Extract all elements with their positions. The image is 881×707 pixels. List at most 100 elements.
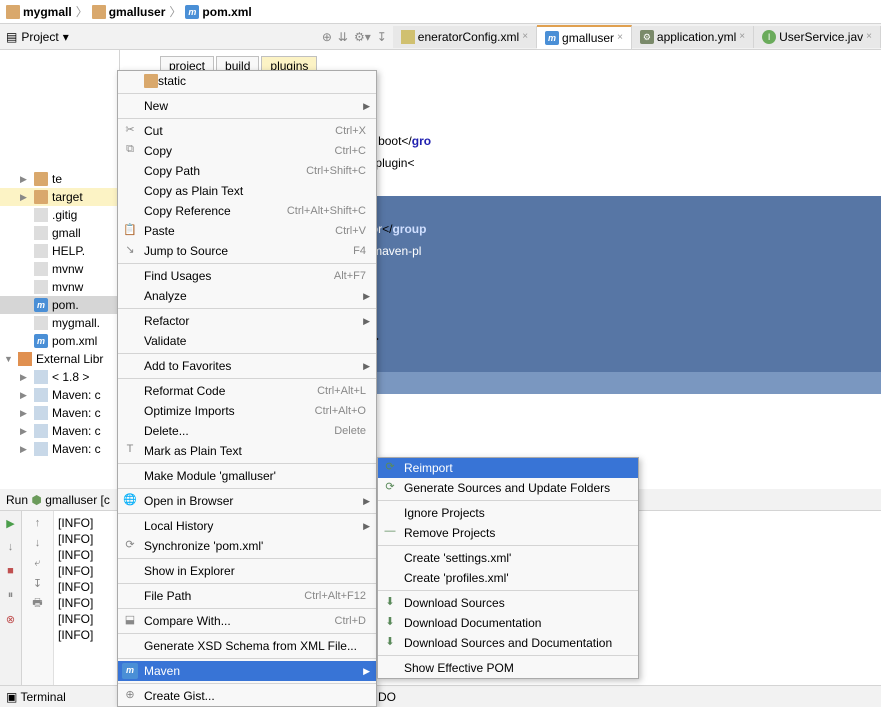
tree-item[interactable]: ▶Maven: c (0, 386, 119, 404)
menu-item[interactable]: Optimize ImportsCtrl+Alt+O (118, 401, 376, 421)
tree-item[interactable]: ▶Maven: c (0, 422, 119, 440)
menu-item[interactable]: ⧉CopyCtrl+C (118, 141, 376, 161)
breadcrumb-file[interactable]: mpom.xml (185, 5, 251, 19)
menu-item[interactable]: Copy as Plain Text (118, 181, 376, 201)
stop-button[interactable]: ■ (3, 563, 19, 579)
close-icon[interactable]: × (617, 32, 623, 43)
menu-item[interactable]: ✂CutCtrl+X (118, 121, 376, 141)
gear-icon[interactable]: ⚙▾ (354, 30, 371, 44)
menu-item[interactable]: Create 'profiles.xml' (378, 568, 638, 588)
menu-item[interactable]: Show in Explorer (118, 561, 376, 581)
jump-button[interactable]: ↓ (3, 539, 19, 555)
yaml-icon: ⚙ (640, 30, 654, 44)
menu-item[interactable]: TMark as Plain Text (118, 441, 376, 461)
menu-item[interactable]: mMaven▶ (118, 661, 376, 681)
menu-item[interactable]: Validate (118, 331, 376, 351)
pause-button[interactable]: ⏸ (3, 587, 19, 603)
collapse-icon[interactable]: ⇊ (338, 30, 348, 44)
menu-item[interactable]: 🌐Open in Browser▶ (118, 491, 376, 511)
tree-item[interactable]: ▶< 1.8 > (0, 368, 119, 386)
tree-item[interactable]: mvnw (0, 278, 119, 296)
terminal-tool-button[interactable]: ▣ Terminal (6, 690, 66, 704)
chevron-right-icon: ▶ (363, 496, 370, 507)
close-icon[interactable]: × (522, 31, 528, 42)
menu-separator (118, 118, 376, 119)
menu-item[interactable]: Find UsagesAlt+F7 (118, 266, 376, 286)
scroll-button[interactable]: ↧ (30, 575, 46, 591)
breadcrumb-module[interactable]: gmalluser (92, 5, 166, 19)
menu-item[interactable]: ↘Jump to SourceF4 (118, 241, 376, 261)
rerun-button[interactable]: ▶ (3, 515, 19, 531)
tree-item[interactable]: ▶Maven: c (0, 440, 119, 458)
tree-label: mvnw (52, 262, 83, 276)
menu-label: Create 'profiles.xml' (404, 571, 509, 585)
tree-item[interactable]: ▶te (0, 170, 119, 188)
menu-separator (118, 558, 376, 559)
menu-item[interactable]: Make Module 'gmalluser' (118, 466, 376, 486)
menu-item[interactable]: ⟳Synchronize 'pom.xml' (118, 536, 376, 556)
menu-item[interactable]: ⊕Create Gist... (118, 686, 376, 706)
menu-label: Show in Explorer (144, 564, 235, 578)
project-tool-label[interactable]: ▤ Project ▾ (6, 30, 69, 44)
folder-icon (34, 190, 48, 204)
menu-item[interactable]: Refactor▶ (118, 311, 376, 331)
menu-item[interactable]: 📋PasteCtrl+V (118, 221, 376, 241)
menu-item[interactable]: Copy PathCtrl+Shift+C (118, 161, 376, 181)
lib-icon (18, 352, 32, 366)
breadcrumb-root[interactable]: mygmall (6, 5, 72, 19)
tree-item[interactable]: mpom.xml (0, 332, 119, 350)
menu-item[interactable]: Create 'settings.xml' (378, 548, 638, 568)
menu-separator (378, 655, 638, 656)
tree-item[interactable]: .gitig (0, 206, 119, 224)
menu-shortcut: Delete (334, 425, 366, 437)
menu-item[interactable]: Reformat CodeCtrl+Alt+L (118, 381, 376, 401)
menu-item[interactable]: Add to Favorites▶ (118, 356, 376, 376)
menu-item[interactable]: File PathCtrl+Alt+F12 (118, 586, 376, 606)
editor-tab[interactable]: eneratorConfig.xml× (393, 26, 537, 48)
tree-item[interactable]: HELP. (0, 242, 119, 260)
tree-item[interactable]: ▶target (0, 188, 119, 206)
menu-item[interactable]: Local History▶ (118, 516, 376, 536)
close-icon[interactable]: × (739, 31, 745, 42)
run-tab-label[interactable]: Run ⬢ gmalluser [c (6, 493, 110, 507)
tree-item[interactable]: gmall (0, 224, 119, 242)
menu-item[interactable]: Show Effective POM (378, 658, 638, 678)
menu-item[interactable]: Analyze▶ (118, 286, 376, 306)
up-button[interactable]: ↑ (30, 515, 46, 531)
hide-icon[interactable]: ↧ (377, 30, 387, 44)
tree-item[interactable]: ▶Maven: c (0, 404, 119, 422)
menu-item[interactable]: ⬇Download Sources and Documentation (378, 633, 638, 653)
menu-separator (118, 463, 376, 464)
editor-tabs: eneratorConfig.xml×mgmalluser×⚙applicati… (393, 24, 881, 49)
menu-item[interactable]: Delete...Delete (118, 421, 376, 441)
tree-item[interactable]: mvnw (0, 260, 119, 278)
menu-item[interactable]: Ignore Projects (378, 503, 638, 523)
menu-item[interactable]: —Remove Projects (378, 523, 638, 543)
menu-label: Cut (144, 124, 163, 138)
tree-item[interactable]: ▼External Libr (0, 350, 119, 368)
tree-item[interactable]: mpom. (0, 296, 119, 314)
menu-item[interactable]: New▶ (118, 96, 376, 116)
maven-submenu[interactable]: ⟳Reimport⟳Generate Sources and Update Fo… (377, 457, 639, 679)
down-button[interactable]: ↓ (30, 535, 46, 551)
editor-tab[interactable]: ⚙application.yml× (632, 26, 754, 48)
project-tree[interactable]: ▶te▶target.gitiggmallHELP.mvnwmvnwmpom.m… (0, 50, 120, 510)
menu-item[interactable]: ⟳Generate Sources and Update Folders (378, 478, 638, 498)
tree-item[interactable]: mygmall. (0, 314, 119, 332)
editor-tab[interactable]: mgmalluser× (537, 25, 632, 49)
menu-item[interactable]: ⬇Download Sources (378, 593, 638, 613)
editor-tab[interactable]: IUserService.jav× (754, 26, 881, 48)
exit-button[interactable]: ⊗ (3, 611, 19, 627)
cut-icon: ✂ (122, 123, 138, 139)
menu-item[interactable]: ⬇Download Documentation (378, 613, 638, 633)
menu-item[interactable]: Copy ReferenceCtrl+Alt+Shift+C (118, 201, 376, 221)
menu-item[interactable]: ⬓Compare With...Ctrl+D (118, 611, 376, 631)
locate-icon[interactable]: ⊕ (322, 30, 332, 44)
context-menu[interactable]: staticNew▶✂CutCtrl+X⧉CopyCtrl+CCopy Path… (117, 70, 377, 707)
menu-label: Optimize Imports (144, 404, 235, 418)
print-button[interactable]: 🖶 (30, 595, 46, 611)
close-icon[interactable]: × (866, 31, 872, 42)
wrap-button[interactable]: ⤶ (30, 555, 46, 571)
menu-item[interactable]: ⟳Reimport (378, 458, 638, 478)
menu-item[interactable]: Generate XSD Schema from XML File... (118, 636, 376, 656)
